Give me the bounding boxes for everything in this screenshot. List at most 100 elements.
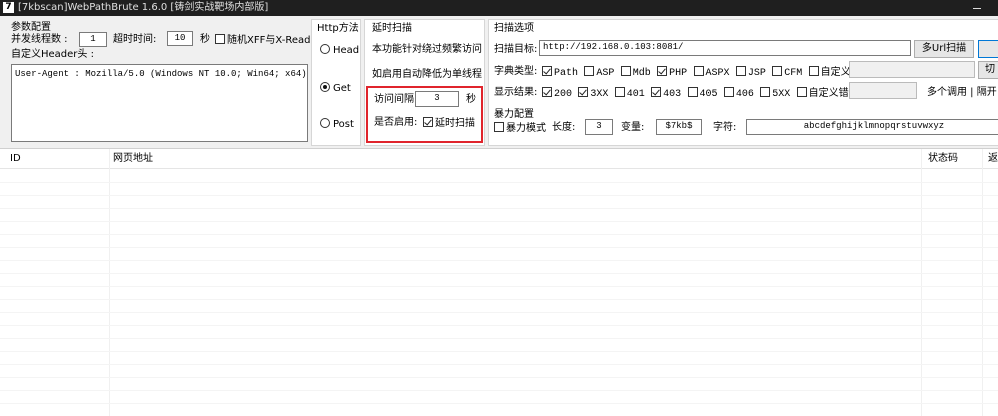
result-code-options: 200 3XX 401 403 405 406 5XX 自定义错误 [542, 87, 859, 101]
dict-php-label: PHP [669, 68, 688, 79]
random-xff-checkbox[interactable] [215, 34, 225, 44]
row-gridline [0, 351, 998, 352]
code-403-label: 403 [663, 89, 682, 100]
custom-error-input[interactable] [849, 82, 917, 99]
method-head-radio[interactable] [320, 44, 330, 54]
code-401-checkbox[interactable] [614, 87, 625, 97]
multi-url-scan-button[interactable]: 多Url扫描 [914, 40, 974, 58]
code-3xx-checkbox[interactable] [578, 87, 589, 97]
dict-option-cfm[interactable]: CFM [772, 66, 803, 79]
http-method-panel: Http方法 Head Get Post [311, 19, 361, 146]
dict-cfm-checkbox[interactable] [772, 66, 783, 76]
dict-jsp-checkbox[interactable] [735, 66, 746, 76]
brute-charset-label: 字符: [713, 122, 737, 133]
dict-path-checkbox[interactable] [542, 66, 552, 76]
brute-variable-input[interactable]: $7kb$ [656, 119, 702, 135]
dict-custom-checkbox[interactable] [808, 66, 819, 76]
row-gridline [0, 338, 998, 339]
timeout-input[interactable]: 10 [167, 31, 193, 46]
brute-group-title: 暴力配置 [494, 109, 534, 120]
dict-asp-label: ASP [596, 68, 615, 79]
row-gridline [0, 234, 998, 235]
dict-type-label: 字典类型: [494, 66, 538, 77]
start-scan-button[interactable] [978, 40, 998, 58]
code-406-checkbox[interactable] [723, 87, 734, 97]
row-gridline [0, 403, 998, 404]
dict-php-checkbox[interactable] [657, 66, 668, 76]
method-post-radio[interactable] [320, 118, 330, 128]
timeout-unit: 秒 [200, 34, 210, 45]
dict-option-aspx[interactable]: ASPX [693, 66, 730, 79]
enable-label: 是否启用: [374, 117, 418, 128]
interval-unit: 秒 [466, 94, 476, 105]
row-gridline [0, 195, 998, 196]
column-header-url[interactable]: 网页地址 [113, 153, 153, 165]
method-post-option[interactable]: Post [320, 118, 354, 131]
code-option-401[interactable]: 401 [614, 87, 645, 100]
row-gridline [0, 221, 998, 222]
code-option-403[interactable]: 403 [651, 87, 682, 100]
dict-option-php[interactable]: PHP [657, 66, 688, 79]
dict-switch-button[interactable]: 切 [978, 61, 998, 79]
method-head-label: Head [333, 45, 360, 56]
column-header-status[interactable]: 状态码 [928, 153, 958, 165]
custom-type-input[interactable] [849, 61, 975, 78]
brute-length-input[interactable]: 3 [585, 119, 613, 135]
dict-cfm-label: CFM [784, 68, 803, 79]
method-get-option[interactable]: Get [320, 82, 351, 95]
target-label: 扫描目标: [494, 44, 538, 55]
row-gridline [0, 273, 998, 274]
code-200-checkbox[interactable] [542, 87, 552, 97]
code-403-checkbox[interactable] [651, 87, 662, 97]
method-head-option[interactable]: Head [320, 44, 359, 57]
code-option-406[interactable]: 406 [723, 87, 754, 100]
random-xff-option[interactable]: 随机XFF与X-Read头 [215, 34, 320, 47]
code-405-checkbox[interactable] [687, 87, 698, 97]
code-200-label: 200 [554, 89, 573, 100]
header-textarea[interactable]: User-Agent : Mozilla/5.0 (Windows NT 10.… [11, 64, 308, 142]
result-filter-label: 显示结果: [494, 87, 538, 98]
code-option-200[interactable]: 200 [542, 87, 573, 100]
method-get-radio[interactable] [320, 82, 330, 92]
method-get-label: Get [333, 83, 351, 94]
row-gridline [0, 390, 998, 391]
params-group-title: 参数配置 [11, 22, 51, 33]
scan-options-panel: 扫描选项 扫描目标: http://192.168.0.103:8081/ 多U… [488, 19, 998, 146]
brute-mode-checkbox[interactable] [494, 122, 504, 132]
column-header-id[interactable]: ID [10, 153, 21, 165]
dict-aspx-checkbox[interactable] [693, 66, 704, 76]
brute-mode-option[interactable]: 暴力模式 [494, 122, 546, 135]
multi-call-hint: 多个调用 | 隔开 [927, 87, 997, 98]
dict-option-mdb[interactable]: Mdb [620, 66, 651, 79]
code-option-5xx[interactable]: 5XX [760, 87, 790, 100]
threads-label: 并发线程数 : [11, 34, 68, 45]
app-icon: 7 [3, 2, 14, 13]
minimize-icon[interactable] [970, 0, 984, 16]
dict-path-label: Path [554, 68, 579, 79]
delay-group-title: 延时扫描 [372, 23, 412, 34]
code-5xx-checkbox[interactable] [760, 87, 771, 97]
dict-option-path[interactable]: Path [542, 66, 579, 79]
row-gridline [0, 325, 998, 326]
random-xff-label: 随机XFF与X-Read头 [227, 35, 321, 46]
code-custom-checkbox[interactable] [796, 87, 807, 97]
delay-enable-checkbox[interactable] [423, 117, 433, 127]
column-header-return[interactable]: 返 [988, 153, 998, 165]
dict-asp-checkbox[interactable] [584, 66, 595, 76]
code-option-405[interactable]: 405 [687, 87, 718, 100]
threads-input[interactable]: 1 [79, 32, 107, 47]
code-401-label: 401 [626, 89, 645, 100]
interval-input[interactable]: 3 [415, 91, 459, 107]
delay-desc-2: 如启用自动降低为单线程 [372, 69, 482, 80]
target-url-input[interactable]: http://192.168.0.103:8081/ [539, 40, 911, 56]
results-table[interactable]: ID 网页地址 状态码 返 [0, 148, 998, 416]
delay-enable-option[interactable]: 延时扫描 [423, 117, 475, 130]
delay-scan-panel: 延时扫描 本功能针对绕过频繁访问 如启用自动降低为单线程 访问间隔 3 秒 是否… [364, 19, 485, 146]
code-option-3xx[interactable]: 3XX [578, 87, 609, 100]
row-gridline [0, 286, 998, 287]
code-3xx-label: 3XX [590, 89, 609, 100]
dict-option-jsp[interactable]: JSP [735, 66, 766, 79]
dict-option-asp[interactable]: ASP [584, 66, 615, 79]
dict-mdb-checkbox[interactable] [620, 66, 631, 76]
brute-charset-input[interactable]: abcdefghijklmnopqrstuvwxyz [746, 119, 998, 135]
